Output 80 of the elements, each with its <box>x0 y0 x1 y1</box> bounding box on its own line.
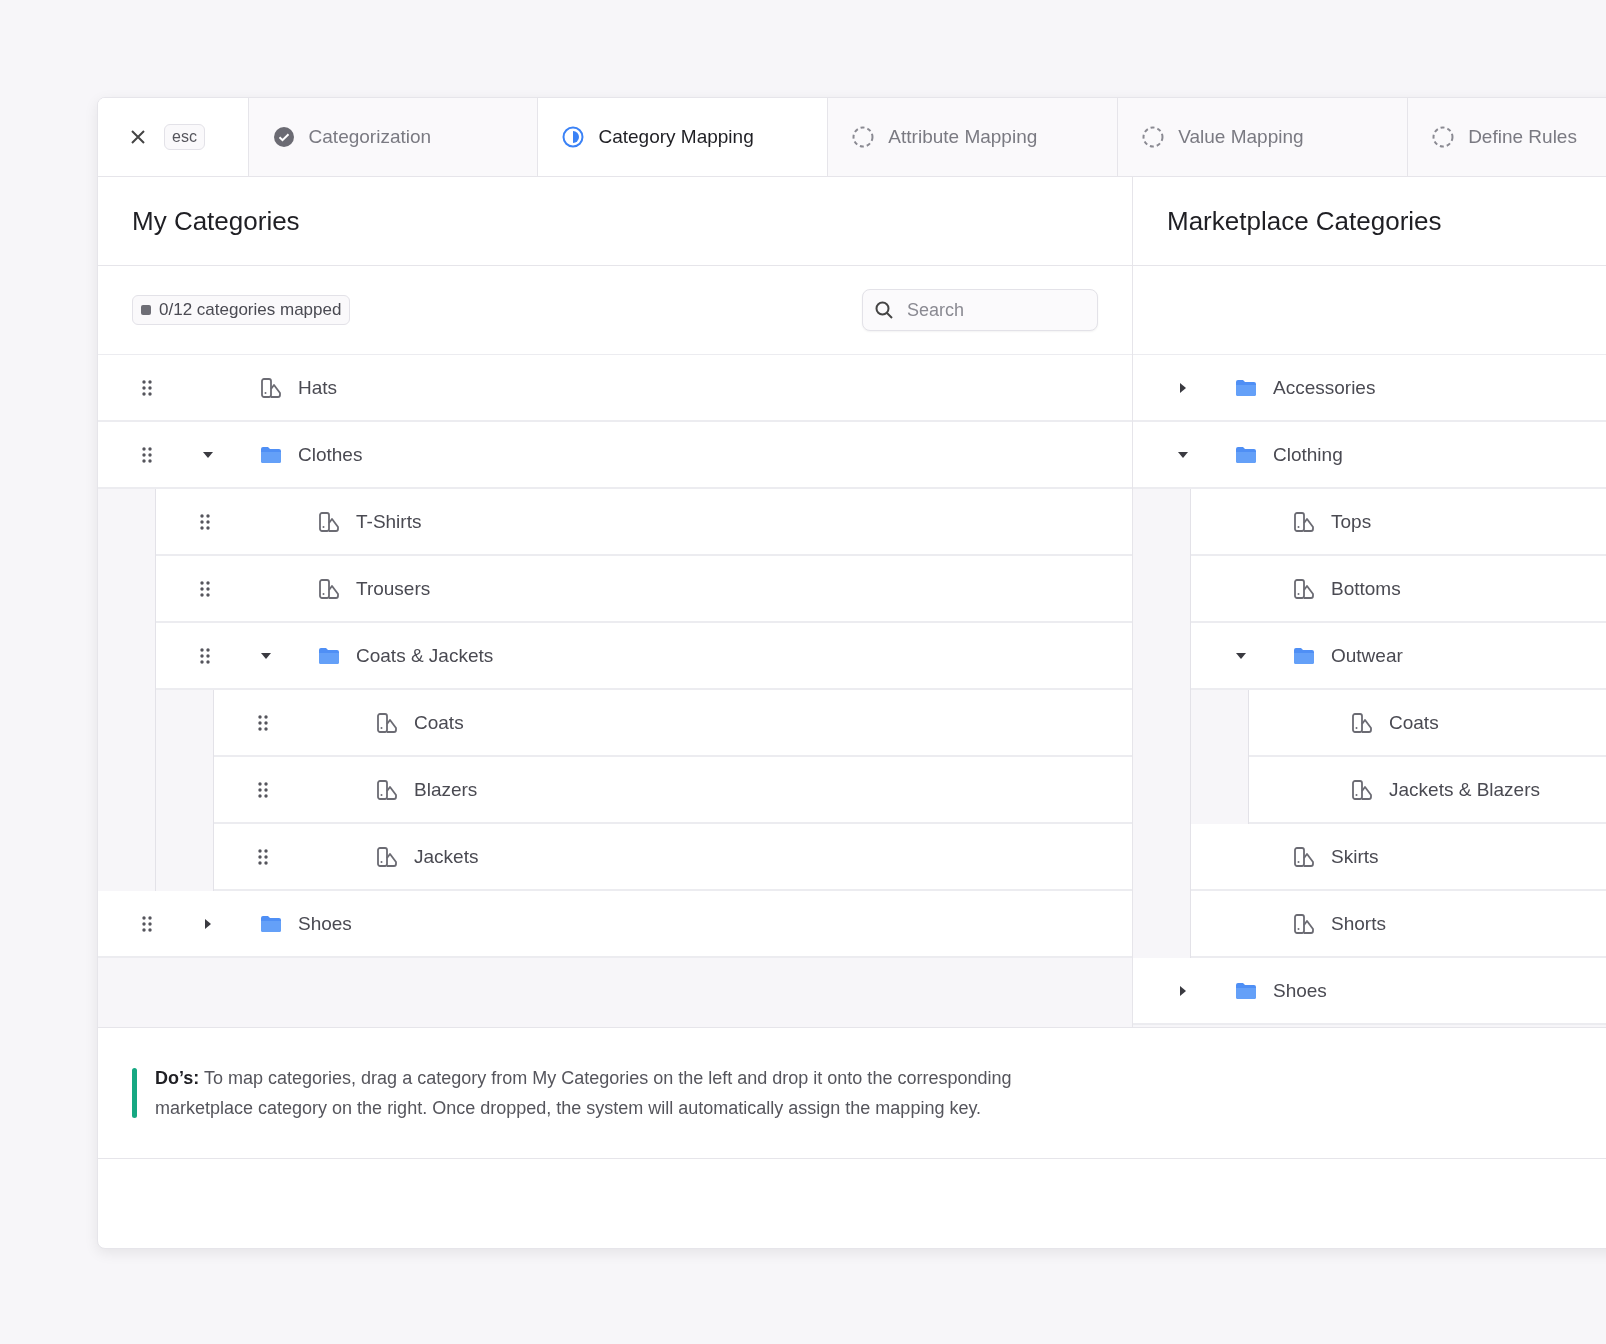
folder-icon <box>1235 981 1257 1000</box>
drag-handle-icon[interactable] <box>258 781 268 798</box>
document-icon <box>376 845 398 868</box>
tree-row[interactable]: Clothes <box>98 422 1132 489</box>
drag-handle-icon[interactable] <box>142 379 152 396</box>
category-label: Jackets & Blazers <box>1389 778 1540 801</box>
category-label: Skirts <box>1331 845 1379 868</box>
folder-icon <box>1293 646 1315 665</box>
tree-row[interactable]: Outwear <box>1191 623 1606 690</box>
tree-row[interactable]: Accessories <box>1133 355 1606 422</box>
category-label: Shoes <box>1273 979 1327 1002</box>
category-label: Shorts <box>1331 912 1386 935</box>
document-icon <box>260 376 282 399</box>
category-label: Accessories <box>1273 376 1376 399</box>
tree-row[interactable]: Tops <box>1191 489 1606 556</box>
tree-row[interactable]: Shoes <box>98 891 1132 958</box>
document-icon <box>1293 912 1315 935</box>
document-icon <box>1293 845 1315 868</box>
document-icon <box>1351 711 1373 734</box>
document-icon <box>376 778 398 801</box>
check-circle-icon <box>272 126 295 148</box>
document-icon <box>1293 510 1315 533</box>
tree-row[interactable]: T-Shirts <box>156 489 1132 556</box>
category-label: Coats <box>414 711 464 734</box>
category-label: Hats <box>298 376 338 399</box>
document-icon <box>376 711 398 734</box>
folder-icon <box>1235 378 1257 397</box>
drag-handle-icon[interactable] <box>200 513 210 530</box>
tree-row[interactable]: Shorts <box>1191 891 1606 958</box>
tree-row[interactable]: Jackets & Blazers <box>1249 757 1606 824</box>
mapped-count-badge: 0/12 categories mapped <box>132 295 351 325</box>
category-label: T-Shirts <box>356 510 422 533</box>
half-circle-icon <box>562 126 585 148</box>
document-icon <box>1351 778 1373 801</box>
panel-title: Marketplace Categories <box>1133 177 1606 266</box>
tree-row[interactable]: Coats <box>214 690 1132 757</box>
dashed-circle-icon <box>852 126 875 148</box>
tree-row[interactable]: Clothing <box>1133 422 1606 489</box>
tree-row[interactable]: Blazers <box>214 757 1132 824</box>
category-label: Coats & Jackets <box>356 644 494 667</box>
document-icon <box>318 577 340 600</box>
category-label: Coats <box>1389 711 1439 734</box>
drag-handle-icon[interactable] <box>142 446 152 463</box>
drag-handle-icon[interactable] <box>200 580 210 597</box>
category-label: Clothing <box>1273 443 1343 466</box>
panel-title: My Categories <box>98 177 1132 266</box>
tree-row[interactable]: Coats <box>1249 690 1606 757</box>
category-label: Tops <box>1331 510 1372 533</box>
drag-handle-icon[interactable] <box>200 647 210 664</box>
folder-icon <box>318 646 340 665</box>
folder-icon <box>260 445 282 464</box>
drag-handle-icon[interactable] <box>258 714 268 731</box>
tree-row[interactable]: Trousers <box>156 556 1132 623</box>
category-label: Blazers <box>414 778 478 801</box>
search-field[interactable]: Search <box>862 289 1098 331</box>
drag-handle-icon[interactable] <box>142 915 152 932</box>
category-label: Shoes <box>298 912 352 935</box>
category-label: Outwear <box>1331 644 1403 667</box>
dashed-circle-icon <box>1432 126 1455 148</box>
dashed-circle-icon <box>1142 126 1165 148</box>
document-icon <box>1293 577 1315 600</box>
step-tab[interactable]: Category Mapping <box>538 98 829 176</box>
close-icon[interactable] <box>130 129 146 145</box>
category-label: Trousers <box>356 577 431 600</box>
drag-handle-icon[interactable] <box>258 848 268 865</box>
document-icon <box>318 510 340 533</box>
folder-icon <box>1235 445 1257 464</box>
tree-row[interactable]: Jackets <box>214 824 1132 891</box>
tree-row[interactable]: Bottoms <box>1191 556 1606 623</box>
category-label: Jackets <box>414 845 479 868</box>
tree-row[interactable]: Coats & Jackets <box>156 623 1132 690</box>
search-icon <box>874 300 894 320</box>
tree-row[interactable]: Shoes <box>1133 958 1606 1025</box>
hint-text: Do’s: To map categories, drag a category from My Categories on the left and drop it onto the corresponding marketplace category on the right. Once dropped, the system will automatically assign the mapping key. <box>155 1067 1013 1120</box>
tree-row[interactable]: Hats <box>98 355 1132 422</box>
category-label: Clothes <box>298 443 363 466</box>
tree-row[interactable]: Skirts <box>1191 824 1606 891</box>
shortcut-key: esc <box>164 124 205 150</box>
category-label: Bottoms <box>1331 577 1401 600</box>
folder-icon <box>260 914 282 933</box>
